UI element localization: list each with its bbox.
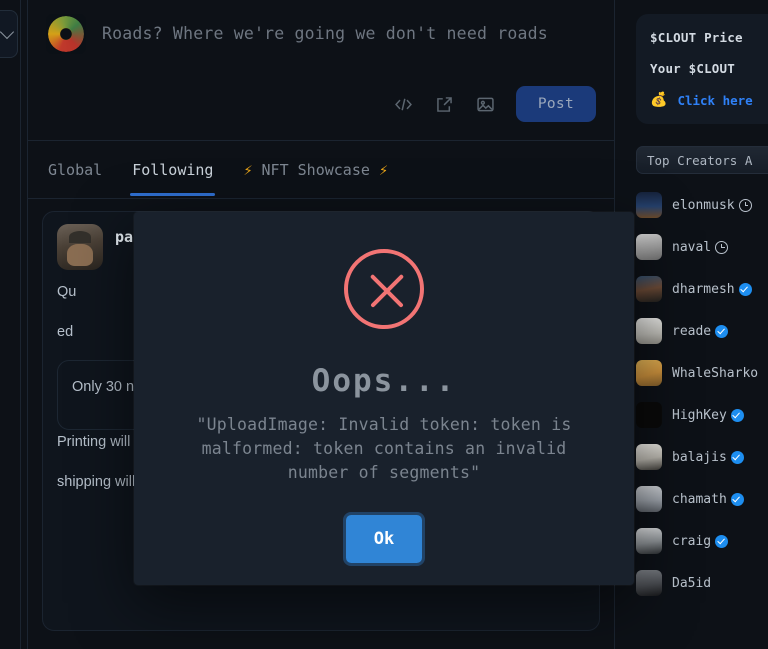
verified-badge-icon bbox=[715, 324, 729, 338]
creator-name-text: craig bbox=[672, 533, 712, 549]
creator-avatar bbox=[636, 318, 662, 344]
creator-row-balajis[interactable]: balajis bbox=[636, 436, 768, 478]
creator-name: HighKey bbox=[672, 408, 744, 423]
rail-dropdown-button[interactable] bbox=[0, 10, 18, 58]
creator-name-text: WhaleSharko bbox=[672, 365, 759, 381]
modal-message: "UploadImage: Invalid token: token is ma… bbox=[196, 415, 572, 482]
creator-name-text: dharmesh bbox=[672, 281, 735, 297]
creator-name: Da5id bbox=[672, 576, 711, 591]
creator-name-text: chamath bbox=[672, 491, 727, 507]
top-creators-tab-label: Top Creators A bbox=[647, 152, 753, 168]
lightning-bolt-icon-left: ⚡ bbox=[243, 160, 253, 179]
left-rail bbox=[0, 0, 21, 649]
creator-name-text: Da5id bbox=[672, 575, 712, 591]
money-bag-icon: 💰 bbox=[650, 92, 668, 108]
error-modal: Oops... "UploadImage: Invalid token: tok… bbox=[134, 212, 634, 585]
creator-row-elonmusk[interactable]: elonmusk bbox=[636, 184, 768, 226]
deso-spiral-avatar-icon bbox=[46, 14, 86, 54]
verified-badge-icon bbox=[730, 492, 744, 506]
creator-row-highkey[interactable]: HighKey bbox=[636, 394, 768, 436]
composer-row: Roads? Where we're going we don't need r… bbox=[46, 14, 596, 54]
creator-avatar bbox=[636, 276, 662, 302]
creator-row-naval[interactable]: naval bbox=[636, 226, 768, 268]
post-author-name[interactable]: pa bbox=[115, 224, 133, 246]
modal-ok-button[interactable]: Ok bbox=[342, 512, 426, 566]
click-here-link[interactable]: Click here bbox=[677, 93, 752, 108]
tab-nft-showcase[interactable]: ⚡ NFT Showcase ⚡ bbox=[241, 145, 390, 195]
creator-name: chamath bbox=[672, 492, 744, 507]
creator-name-text: HighKey bbox=[672, 407, 727, 423]
composer-placeholder[interactable]: Roads? Where we're going we don't need r… bbox=[102, 14, 548, 54]
your-clout-label: Your $CLOUT bbox=[650, 61, 735, 76]
creator-name-text: elonmusk bbox=[672, 197, 735, 213]
creator-avatar bbox=[636, 192, 662, 218]
modal-title: Oops... bbox=[311, 363, 457, 399]
creator-name: balajis bbox=[672, 450, 744, 465]
verified-badge-icon bbox=[715, 534, 729, 548]
post-composer: Roads? Where we're going we don't need r… bbox=[28, 0, 614, 141]
tab-nft-showcase-label: NFT Showcase bbox=[261, 160, 370, 179]
app-root: Roads? Where we're going we don't need r… bbox=[0, 0, 768, 649]
creator-row-dharmesh[interactable]: dharmesh bbox=[636, 268, 768, 310]
creator-row-craig[interactable]: craig bbox=[636, 520, 768, 562]
post-avatar[interactable] bbox=[57, 224, 103, 270]
creator-row-reade[interactable]: reade bbox=[636, 310, 768, 352]
right-sidebar: $CLOUT Price Your $CLOUT 💰 Click here To… bbox=[622, 0, 768, 649]
creator-name-text: reade bbox=[672, 323, 712, 339]
top-creators-tab[interactable]: Top Creators A bbox=[636, 146, 768, 174]
creator-avatar bbox=[636, 528, 662, 554]
creator-name: dharmesh bbox=[672, 282, 752, 297]
creator-row-whalesharko[interactable]: WhaleSharko bbox=[636, 352, 768, 394]
creator-name-text: naval bbox=[672, 239, 712, 255]
feed-tabs: Global Following ⚡ NFT Showcase ⚡ bbox=[28, 141, 614, 199]
chevron-down-icon bbox=[0, 24, 15, 40]
creator-avatar bbox=[636, 402, 662, 428]
verified-badge-icon bbox=[730, 408, 744, 422]
creator-name: WhaleSharko bbox=[672, 366, 758, 381]
verified-badge-icon bbox=[730, 450, 744, 464]
clock-icon bbox=[715, 240, 729, 254]
creator-name: craig bbox=[672, 533, 729, 549]
clock-icon bbox=[738, 198, 752, 212]
tab-global[interactable]: Global bbox=[46, 145, 104, 195]
verified-badge-icon bbox=[738, 282, 752, 296]
error-circle-x-icon bbox=[344, 249, 424, 329]
clout-price-label: $CLOUT Price bbox=[650, 30, 743, 45]
code-icon[interactable] bbox=[393, 93, 415, 115]
creator-name: elonmusk bbox=[672, 198, 752, 213]
creator-row-da5id[interactable]: Da5id bbox=[636, 562, 768, 604]
creator-avatar bbox=[636, 570, 662, 596]
creator-name-text: balajis bbox=[672, 449, 727, 465]
lightning-bolt-icon-right: ⚡ bbox=[378, 160, 388, 179]
tab-following[interactable]: Following bbox=[130, 145, 216, 196]
creator-name: naval bbox=[672, 239, 729, 255]
clout-buy-link-row[interactable]: 💰 Click here bbox=[650, 92, 768, 108]
clout-price-card: $CLOUT Price Your $CLOUT 💰 Click here bbox=[636, 14, 768, 124]
image-icon[interactable] bbox=[475, 93, 497, 115]
creator-row-chamath[interactable]: chamath bbox=[636, 478, 768, 520]
creator-avatar bbox=[636, 234, 662, 260]
embed-link-icon[interactable] bbox=[434, 93, 456, 115]
composer-actions: Post bbox=[393, 86, 596, 122]
post-button[interactable]: Post bbox=[515, 86, 596, 122]
creator-avatar bbox=[636, 486, 662, 512]
creator-avatar bbox=[636, 360, 662, 386]
creator-avatar bbox=[636, 444, 662, 470]
top-creators-list: elonmusk naval dharmesh reade WhaleShark… bbox=[636, 184, 768, 604]
creator-name: reade bbox=[672, 323, 729, 339]
